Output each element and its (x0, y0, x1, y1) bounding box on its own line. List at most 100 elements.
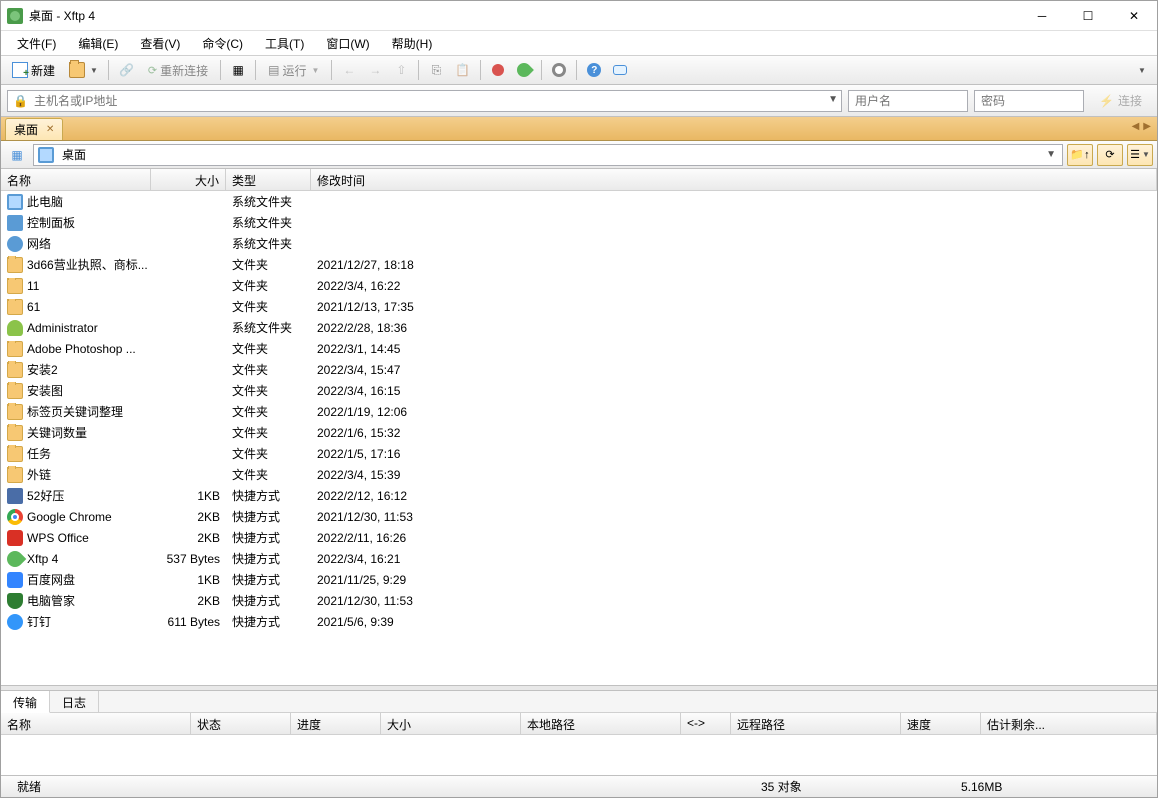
file-row[interactable]: 52好压1KB快捷方式2022/2/12, 16:12 (1, 485, 1157, 506)
chat-button[interactable] (608, 58, 632, 82)
file-row[interactable]: 控制面板系统文件夹 (1, 212, 1157, 233)
help-button[interactable]: ? (582, 58, 606, 82)
titlebar: 桌面 - Xftp 4 ─ ☐ ✕ (1, 1, 1157, 31)
file-row[interactable]: 外链文件夹2022/3/4, 15:39 (1, 464, 1157, 485)
file-name: 控制面板 (27, 214, 75, 231)
tcol-name[interactable]: 名称 (1, 713, 191, 734)
file-modified: 2022/2/12, 16:12 (311, 489, 1157, 503)
file-type: 文件夹 (226, 403, 311, 420)
file-name: Adobe Photoshop ... (27, 342, 136, 356)
file-row[interactable]: WPS Office2KB快捷方式2022/2/11, 16:26 (1, 527, 1157, 548)
file-row[interactable]: 标签页关键词整理文件夹2022/1/19, 12:06 (1, 401, 1157, 422)
settings-button[interactable] (547, 58, 571, 82)
file-list[interactable]: 此电脑系统文件夹控制面板系统文件夹网络系统文件夹3d66营业执照、商标...文件… (1, 191, 1157, 685)
menu-tool[interactable]: 工具(T) (255, 33, 314, 54)
tcol-progress[interactable]: 进度 (291, 713, 381, 734)
file-icon (7, 278, 23, 294)
paste-button[interactable]: 📋 (450, 58, 475, 82)
file-name: 61 (27, 300, 40, 314)
tcol-status[interactable]: 状态 (191, 713, 291, 734)
back-button[interactable]: ← (337, 58, 361, 82)
file-row[interactable]: 安装图文件夹2022/3/4, 16:15 (1, 380, 1157, 401)
tcol-remote[interactable]: 远程路径 (731, 713, 901, 734)
link-button[interactable]: 🔗 (114, 58, 139, 82)
password-input[interactable] (974, 90, 1084, 112)
file-row[interactable]: 百度网盘1KB快捷方式2021/11/25, 9:29 (1, 569, 1157, 590)
file-size: 1KB (151, 489, 226, 503)
file-row[interactable]: 11文件夹2022/3/4, 16:22 (1, 275, 1157, 296)
menu-file[interactable]: 文件(F) (7, 33, 66, 54)
tcol-direction[interactable]: <-> (681, 713, 731, 734)
minimize-button[interactable]: ─ (1019, 1, 1065, 31)
leaf-button[interactable] (512, 58, 536, 82)
connect-button[interactable]: ⚡连接 (1090, 90, 1151, 112)
menu-view[interactable]: 查看(V) (130, 33, 190, 54)
tcol-size[interactable]: 大小 (381, 713, 521, 734)
reconnect-button[interactable]: ⟳重新连接 (141, 58, 215, 82)
chat-icon (613, 65, 627, 75)
tcol-local[interactable]: 本地路径 (521, 713, 681, 734)
list-view-button[interactable]: ☰▼ (1127, 144, 1153, 166)
col-name[interactable]: 名称 (1, 169, 151, 190)
file-row[interactable]: Google Chrome2KB快捷方式2021/12/30, 11:53 (1, 506, 1157, 527)
open-button[interactable]: ▼ (64, 58, 103, 82)
file-row[interactable]: 电脑管家2KB快捷方式2021/12/30, 11:53 (1, 590, 1157, 611)
new-session-button[interactable]: 新建 (5, 58, 62, 82)
tab-close-icon[interactable]: ✕ (46, 124, 54, 135)
file-name: 钉钉 (27, 613, 51, 630)
file-row[interactable]: 61文件夹2021/12/13, 17:35 (1, 296, 1157, 317)
toolbar-overflow[interactable]: ▼ (1129, 58, 1153, 82)
tab-log[interactable]: 日志 (50, 691, 99, 712)
chevron-down-icon[interactable]: ▼ (828, 94, 838, 105)
file-name: 标签页关键词整理 (27, 403, 123, 420)
tcol-speed[interactable]: 速度 (901, 713, 981, 734)
maximize-button[interactable]: ☐ (1065, 1, 1111, 31)
copy-button[interactable]: ⎘ (424, 58, 448, 82)
file-row[interactable]: 钉钉611 Bytes快捷方式2021/5/6, 9:39 (1, 611, 1157, 632)
refresh-button[interactable]: ⟳ (1097, 144, 1123, 166)
file-row[interactable]: 网络系统文件夹 (1, 233, 1157, 254)
up-button[interactable]: ⇧ (389, 58, 413, 82)
file-name: 关键词数量 (27, 424, 87, 441)
file-row[interactable]: 关键词数量文件夹2022/1/6, 15:32 (1, 422, 1157, 443)
file-row[interactable]: 任务文件夹2022/1/5, 17:16 (1, 443, 1157, 464)
col-modified[interactable]: 修改时间 (311, 169, 1157, 190)
chevron-down-icon[interactable]: ▼ (1040, 149, 1062, 160)
file-name: 安装图 (27, 382, 63, 399)
host-input[interactable] (7, 90, 842, 112)
stop-button[interactable] (486, 58, 510, 82)
file-row[interactable]: Xftp 4537 Bytes快捷方式2022/3/4, 16:21 (1, 548, 1157, 569)
tab-transfer[interactable]: 传输 (1, 691, 50, 713)
up-folder-button[interactable]: 📁↑ (1067, 144, 1093, 166)
menu-command[interactable]: 命令(C) (192, 33, 253, 54)
tcol-eta[interactable]: 估计剩余... (981, 713, 1157, 734)
menu-window[interactable]: 窗口(W) (316, 33, 379, 54)
tab-next-icon[interactable]: ▶ (1143, 121, 1151, 132)
file-row[interactable]: Administrator系统文件夹2022/2/28, 18:36 (1, 317, 1157, 338)
col-type[interactable]: 类型 (226, 169, 311, 190)
file-type: 快捷方式 (226, 487, 311, 504)
close-button[interactable]: ✕ (1111, 1, 1157, 31)
listview-icon: ☰ (1130, 148, 1140, 161)
file-name: 安装2 (27, 361, 58, 378)
forward-button[interactable]: → (363, 58, 387, 82)
properties-button[interactable]: ▦ (226, 58, 250, 82)
file-row[interactable]: 安装2文件夹2022/3/4, 15:47 (1, 359, 1157, 380)
run-button[interactable]: ▤运行▼ (261, 58, 326, 82)
view-mode-button[interactable]: ▦ (5, 143, 29, 167)
menu-edit[interactable]: 编辑(E) (68, 33, 128, 54)
file-row[interactable]: Adobe Photoshop ...文件夹2022/3/1, 14:45 (1, 338, 1157, 359)
file-type: 文件夹 (226, 277, 311, 294)
path-combo[interactable]: ▼ (33, 144, 1063, 166)
chevron-down-icon: ▼ (1138, 66, 1146, 75)
path-input[interactable] (58, 145, 1040, 165)
file-row[interactable]: 此电脑系统文件夹 (1, 191, 1157, 212)
tab-prev-icon[interactable]: ◀ (1132, 121, 1140, 132)
session-tab[interactable]: 桌面 ✕ (5, 118, 63, 140)
menubar: 文件(F) 编辑(E) 查看(V) 命令(C) 工具(T) 窗口(W) 帮助(H… (1, 31, 1157, 55)
file-size: 1KB (151, 573, 226, 587)
file-row[interactable]: 3d66营业执照、商标...文件夹2021/12/27, 18:18 (1, 254, 1157, 275)
col-size[interactable]: 大小 (151, 169, 226, 190)
menu-help[interactable]: 帮助(H) (382, 33, 443, 54)
username-input[interactable] (848, 90, 968, 112)
